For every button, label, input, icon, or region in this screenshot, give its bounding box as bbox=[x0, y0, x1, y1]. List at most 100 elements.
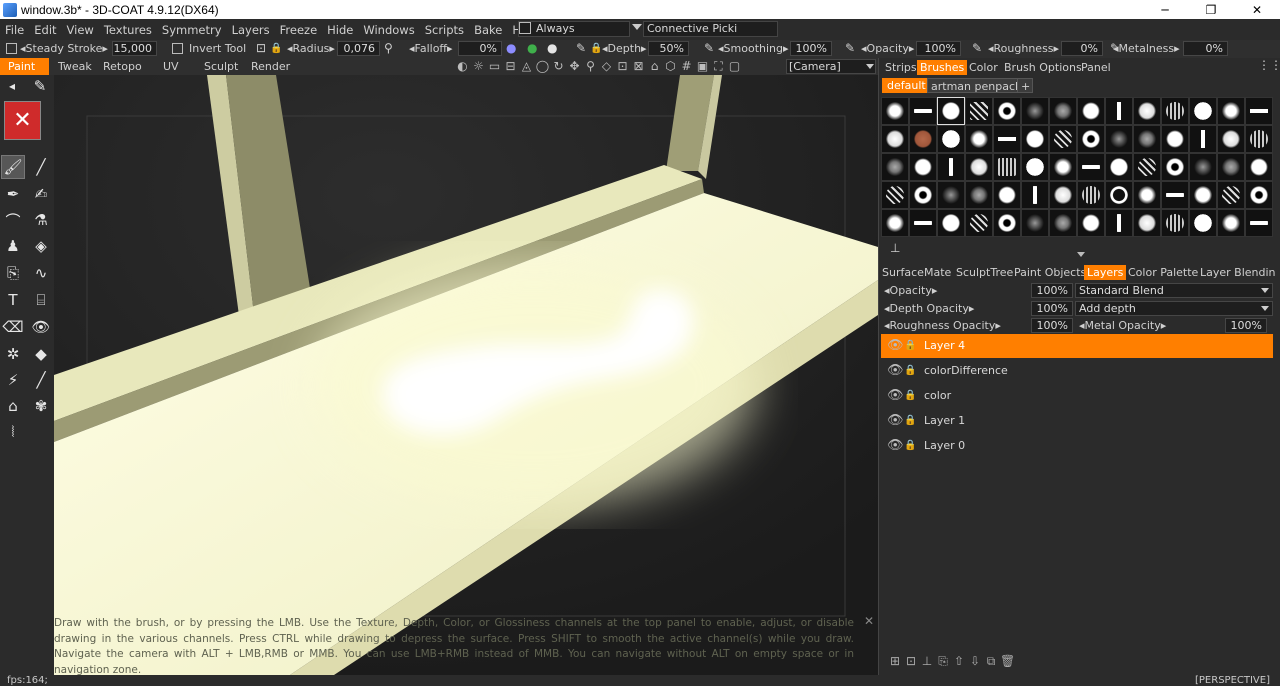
steady-stroke-checkbox[interactable] bbox=[6, 43, 17, 54]
brush-thumbnail[interactable] bbox=[1021, 97, 1049, 125]
text-tool-icon[interactable]: T bbox=[1, 288, 25, 312]
gear-tool-icon[interactable]: ✲ bbox=[1, 342, 25, 366]
room-retopo[interactable]: Retopo bbox=[95, 58, 150, 75]
brush-thumbnail[interactable] bbox=[1161, 97, 1189, 125]
brush-thumbnail[interactable] bbox=[1189, 125, 1217, 153]
frame-icon[interactable]: ▭ bbox=[487, 58, 502, 75]
lock-icon[interactable]: 🔒 bbox=[904, 334, 916, 358]
close-window-button[interactable]: ✕ bbox=[1234, 0, 1280, 19]
camera-select[interactable]: [Camera] bbox=[786, 59, 876, 74]
layer-row[interactable]: 👁 🔒 Layer 4 bbox=[881, 334, 1273, 358]
move-icon[interactable]: ✥ bbox=[567, 58, 582, 75]
tab-strips[interactable]: Strips bbox=[882, 60, 920, 75]
pack-default[interactable]: default bbox=[882, 78, 931, 93]
add-folder-icon[interactable]: ⊡ bbox=[904, 654, 918, 668]
scale-icon[interactable]: ⊟ bbox=[503, 58, 518, 75]
layer-row[interactable]: 👁 🔒 color bbox=[881, 384, 1273, 408]
metal-opacity-label[interactable]: ◂Metal Opacity▸ bbox=[1079, 318, 1166, 333]
brush-thumbnail[interactable] bbox=[1105, 209, 1133, 237]
brush-thumbnail[interactable] bbox=[1133, 181, 1161, 209]
copy-tool-icon[interactable]: ⎘ bbox=[1, 261, 25, 285]
tab-layer-blending[interactable]: Layer Blendin bbox=[1197, 265, 1279, 280]
brush-thumbnail[interactable] bbox=[993, 97, 1021, 125]
add-layer-icon[interactable]: ⊞ bbox=[888, 654, 902, 668]
brush-thumbnail[interactable] bbox=[1077, 181, 1105, 209]
transform-tool-icon[interactable]: ⌸ bbox=[29, 288, 53, 312]
brush-thumbnail[interactable] bbox=[1021, 209, 1049, 237]
brush-thumbnail[interactable] bbox=[881, 125, 909, 153]
butterfly-tool-icon[interactable]: ✾ bbox=[29, 394, 53, 418]
render-view-icon[interactable]: ▢ bbox=[727, 58, 742, 75]
falloff-label[interactable]: ◂Falloff▸ bbox=[409, 41, 453, 56]
depth-lock-icon[interactable]: 🔒 bbox=[590, 41, 602, 56]
airbrush-tool-icon[interactable]: ✒ bbox=[1, 182, 25, 206]
camera-dropdown-icon[interactable] bbox=[866, 64, 874, 69]
metal-opacity-value[interactable]: 100% bbox=[1225, 318, 1267, 333]
circle-icon[interactable]: ◯ bbox=[535, 58, 550, 75]
picking-mode-field[interactable]: Connective Picki bbox=[643, 21, 778, 37]
brush-thumbnail[interactable] bbox=[1049, 181, 1077, 209]
iron-tool-icon[interactable]: ⌂ bbox=[1, 394, 25, 418]
rotate-icon[interactable]: ↻ bbox=[551, 58, 566, 75]
tab-color[interactable]: Color bbox=[966, 60, 1001, 75]
brush-thumbnail[interactable] bbox=[881, 181, 909, 209]
steady-stroke-value[interactable]: 15,000 bbox=[112, 41, 157, 56]
menu-bake[interactable]: Bake bbox=[469, 23, 507, 37]
lock-icon[interactable]: 🔒 bbox=[904, 359, 916, 383]
brush-thumbnail[interactable] bbox=[1189, 209, 1217, 237]
brush-thumbnail[interactable] bbox=[1189, 153, 1217, 181]
brush-thumbnail[interactable] bbox=[1049, 97, 1077, 125]
3d-viewport[interactable]: Draw with the brush, or by pressing the … bbox=[54, 75, 878, 675]
room-uv[interactable]: UV bbox=[155, 58, 187, 75]
brush-thumbnail[interactable] bbox=[1105, 181, 1133, 209]
brush-thumbnail[interactable] bbox=[1049, 209, 1077, 237]
depth-label[interactable]: ◂Depth▸ bbox=[602, 41, 647, 56]
brush-thumbnail[interactable] bbox=[1049, 125, 1077, 153]
move-up-icon[interactable]: ⇧ bbox=[952, 654, 966, 668]
maximize-view-icon[interactable]: ⛶ bbox=[711, 58, 726, 75]
invert-tool-checkbox[interactable] bbox=[172, 43, 183, 54]
brush-thumbnail[interactable] bbox=[965, 181, 993, 209]
brush-thumbnail[interactable] bbox=[937, 153, 965, 181]
brush-thumbnail[interactable] bbox=[1245, 153, 1273, 181]
menu-layers[interactable]: Layers bbox=[227, 23, 275, 37]
opacity-value[interactable]: 100% bbox=[916, 41, 961, 56]
material-sphere-icon[interactable]: ● bbox=[506, 41, 516, 56]
layer-row[interactable]: 👁 🔒 Layer 0 bbox=[881, 434, 1273, 458]
depth-brush-icon[interactable]: ✎ bbox=[576, 41, 586, 56]
tab-brushes[interactable]: Brushes bbox=[917, 60, 968, 75]
steady-stroke-label[interactable]: ◂Steady Stroke▸ bbox=[20, 41, 108, 56]
always-toggle[interactable]: Always bbox=[518, 21, 630, 37]
falloff-icon[interactable]: ⚲ bbox=[384, 41, 393, 56]
menu-textures[interactable]: Textures bbox=[99, 23, 157, 37]
brush-thumbnail[interactable] bbox=[1049, 153, 1077, 181]
fill-tool-icon[interactable]: ◈ bbox=[29, 234, 53, 258]
brush-thumbnail[interactable] bbox=[993, 153, 1021, 181]
brush-thumbnail[interactable] bbox=[1245, 181, 1273, 209]
brush-thumbnail[interactable] bbox=[1105, 153, 1133, 181]
pipette-icon[interactable]: ✎ bbox=[28, 76, 52, 96]
menu-file[interactable]: File bbox=[0, 23, 29, 37]
brush-thumbnail[interactable] bbox=[881, 209, 909, 237]
opacity-icon[interactable]: ✎ bbox=[845, 41, 855, 56]
brush-thumbnail[interactable] bbox=[881, 97, 909, 125]
brush-thumbnail[interactable] bbox=[1105, 97, 1133, 125]
tab-color-palette[interactable]: Color Palette bbox=[1125, 265, 1201, 280]
needle-tool-icon[interactable]: ╱ bbox=[29, 368, 53, 392]
collapse-brushes-icon[interactable] bbox=[1077, 252, 1085, 257]
drop-icon[interactable]: ◬ bbox=[519, 58, 534, 75]
layer-row[interactable]: 👁 🔒 colorDifference bbox=[881, 359, 1273, 383]
half-circle-icon[interactable]: ◐ bbox=[455, 58, 470, 75]
brush-thumbnail[interactable] bbox=[881, 153, 909, 181]
curve-tool-icon[interactable]: ∿ bbox=[29, 261, 53, 285]
ruler-tool-icon[interactable]: ⦚ bbox=[1, 420, 25, 444]
room-paint[interactable]: Paint bbox=[0, 58, 49, 75]
menu-scripts[interactable]: Scripts bbox=[420, 23, 469, 37]
menu-windows[interactable]: Windows bbox=[358, 23, 419, 37]
tab-mate[interactable]: Mate bbox=[921, 265, 954, 280]
cube-icon[interactable]: ⬡ bbox=[663, 58, 678, 75]
blend-mode-select[interactable]: Standard Blend bbox=[1075, 283, 1273, 298]
brush-thumbnail[interactable] bbox=[1021, 125, 1049, 153]
falloff-value[interactable]: 0% bbox=[458, 41, 502, 56]
brush-thumbnail[interactable] bbox=[1021, 181, 1049, 209]
